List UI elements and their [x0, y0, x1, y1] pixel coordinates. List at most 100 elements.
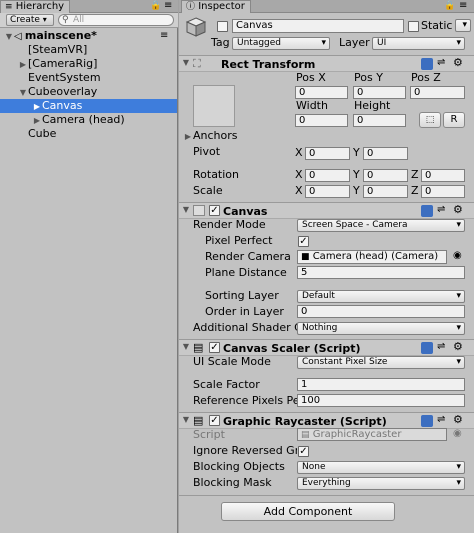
- lock-icon[interactable]: 🔒: [150, 1, 161, 11]
- settings-gear-icon[interactable]: ⚙: [453, 340, 463, 353]
- scene-menu-icon[interactable]: ≡: [160, 29, 168, 43]
- anchor-preset-box[interactable]: [193, 85, 235, 127]
- collapsed-triangle-icon[interactable]: ▶: [32, 114, 42, 128]
- reference-pixels-field[interactable]: 100: [297, 394, 465, 407]
- collapse-triangle-icon[interactable]: ▼: [181, 58, 191, 67]
- blocking-objects-dropdown[interactable]: None: [297, 461, 465, 474]
- preset-sliders-icon[interactable]: ⇌: [437, 204, 445, 215]
- anchors-label: Anchors: [193, 129, 238, 142]
- hierarchy-item[interactable]: ▶ [CameraRig]: [0, 57, 177, 71]
- order-in-layer-field[interactable]: 0: [297, 305, 465, 318]
- expanded-triangle-icon[interactable]: ▼: [18, 86, 28, 100]
- hierarchy-item[interactable]: ▼ Cubeoverlay: [0, 85, 177, 99]
- hierarchy-item[interactable]: [SteamVR]: [0, 43, 177, 57]
- render-camera-label: Render Camera: [205, 250, 291, 263]
- scale-z-label: Z: [411, 184, 419, 197]
- scale-y-field[interactable]: 0: [363, 185, 408, 198]
- settings-gear-icon[interactable]: ⚙: [453, 56, 463, 69]
- sorting-layer-label: Sorting Layer: [205, 289, 279, 302]
- rect-transform-header[interactable]: ▼ ⛶ Rect Transform ⇌ ⚙: [179, 55, 474, 72]
- help-book-icon[interactable]: [421, 415, 433, 427]
- pivot-x-field[interactable]: 0: [305, 147, 350, 160]
- rot-x-field[interactable]: 0: [305, 169, 350, 182]
- canvas-scaler-header[interactable]: ▼ ▤ ✓ Canvas Scaler (Script) ⇌ ⚙: [179, 339, 474, 356]
- hierarchy-item[interactable]: ▶ Canvas: [0, 99, 177, 113]
- scale-x-label: X: [295, 184, 303, 197]
- inspector-menu-icon[interactable]: ≡: [459, 0, 467, 11]
- help-book-icon[interactable]: [421, 58, 433, 70]
- hierarchy-item[interactable]: Cube: [0, 127, 177, 141]
- preset-sliders-icon[interactable]: ⇌: [437, 414, 445, 425]
- tab-hierarchy[interactable]: ≡ Hierarchy: [0, 0, 70, 13]
- hierarchy-item[interactable]: ▶ Camera (head): [0, 113, 177, 127]
- sorting-layer-dropdown[interactable]: Default: [297, 290, 465, 303]
- scale-x-field[interactable]: 0: [305, 185, 350, 198]
- script-file-icon: ▤: [301, 430, 310, 440]
- pivot-y-field[interactable]: 0: [363, 147, 408, 160]
- render-camera-field[interactable]: ■ Camera (head) (Camera): [297, 250, 447, 264]
- components-separator: [179, 495, 474, 496]
- preset-sliders-icon[interactable]: ⇌: [437, 341, 445, 352]
- render-mode-dropdown[interactable]: Screen Space - Camera: [297, 219, 465, 232]
- rot-y-field[interactable]: 0: [363, 169, 408, 182]
- posy-label: Pos Y: [354, 71, 383, 84]
- graphic-raycaster-enabled-checkbox[interactable]: ✓: [209, 415, 220, 426]
- canvas-component-header[interactable]: ▼ ✓ Canvas ⇌ ⚙: [179, 202, 474, 219]
- canvas-title: Canvas: [223, 205, 268, 218]
- hierarchy-item[interactable]: ▼ ◁ mainscene* ≡: [0, 29, 177, 43]
- collapse-triangle-icon[interactable]: ▼: [181, 342, 191, 351]
- collapse-triangle-icon[interactable]: ▼: [181, 205, 191, 214]
- hierarchy-item[interactable]: EventSystem: [0, 71, 177, 85]
- static-checkbox[interactable]: [408, 21, 419, 32]
- graphic-raycaster-header[interactable]: ▼ ▤ ✓ Graphic Raycaster (Script) ⇌ ⚙: [179, 412, 474, 429]
- anchors-row[interactable]: ▶ Anchors: [183, 129, 238, 144]
- help-book-icon[interactable]: [421, 342, 433, 354]
- blueprint-mode-button[interactable]: ⬚: [419, 112, 441, 128]
- height-field[interactable]: 0: [353, 114, 406, 127]
- additional-shader-dropdown[interactable]: Nothing: [297, 322, 465, 335]
- help-book-icon[interactable]: [421, 205, 433, 217]
- create-button[interactable]: Create ▾: [6, 14, 54, 26]
- object-picker-icon[interactable]: ◉: [453, 250, 462, 261]
- hierarchy-search[interactable]: ⚲ All: [58, 14, 174, 26]
- settings-gear-icon[interactable]: ⚙: [453, 203, 463, 216]
- ui-scale-mode-dropdown[interactable]: Constant Pixel Size: [297, 356, 465, 369]
- tab-inspector[interactable]: ⓘ Inspector: [181, 0, 251, 13]
- pixel-perfect-checkbox[interactable]: ✓: [298, 236, 309, 247]
- pixel-perfect-label: Pixel Perfect: [205, 234, 273, 247]
- object-name-field[interactable]: Canvas: [232, 19, 404, 33]
- plane-distance-field[interactable]: 5: [297, 266, 465, 279]
- tab-menu-icon[interactable]: ≡: [164, 0, 172, 11]
- list-icon: ≡: [5, 2, 13, 12]
- ignore-reversed-checkbox[interactable]: ✓: [298, 446, 309, 457]
- inspector-lock-icon[interactable]: 🔒: [444, 1, 455, 11]
- layer-dropdown[interactable]: UI: [372, 37, 465, 50]
- settings-gear-icon[interactable]: ⚙: [453, 413, 463, 426]
- preset-sliders-icon[interactable]: ⇌: [437, 57, 445, 68]
- scale-z-field[interactable]: 0: [421, 185, 465, 198]
- expand-triangle-icon: ▶: [184, 132, 192, 141]
- collapse-triangle-icon[interactable]: ▼: [181, 415, 191, 424]
- blocking-mask-dropdown[interactable]: Everything: [297, 477, 465, 490]
- rot-z-field[interactable]: 0: [421, 169, 465, 182]
- width-field[interactable]: 0: [295, 114, 348, 127]
- static-label: Static: [421, 19, 453, 32]
- scale-factor-field[interactable]: 1: [297, 378, 465, 391]
- raw-edit-button[interactable]: R: [443, 112, 465, 128]
- posx-field[interactable]: 0: [295, 86, 348, 99]
- tag-dropdown[interactable]: Untagged: [232, 37, 330, 50]
- height-label: Height: [354, 99, 391, 112]
- collapsed-triangle-icon[interactable]: ▶: [18, 58, 28, 72]
- posy-field[interactable]: 0: [353, 86, 406, 99]
- canvas-scaler-enabled-checkbox[interactable]: ✓: [209, 342, 220, 353]
- canvas-enabled-checkbox[interactable]: ✓: [209, 205, 220, 216]
- expanded-triangle-icon[interactable]: ▼: [4, 30, 14, 44]
- posz-field[interactable]: 0: [410, 86, 465, 99]
- scale-y-label: Y: [353, 184, 360, 197]
- layer-label: Layer: [339, 36, 370, 49]
- add-component-button[interactable]: Add Component: [221, 502, 395, 521]
- static-dropdown[interactable]: [455, 19, 471, 32]
- active-checkbox[interactable]: [217, 21, 228, 32]
- collapsed-triangle-icon[interactable]: ▶: [32, 100, 42, 114]
- ignore-reversed-label: Ignore Reversed Gra: [193, 444, 297, 457]
